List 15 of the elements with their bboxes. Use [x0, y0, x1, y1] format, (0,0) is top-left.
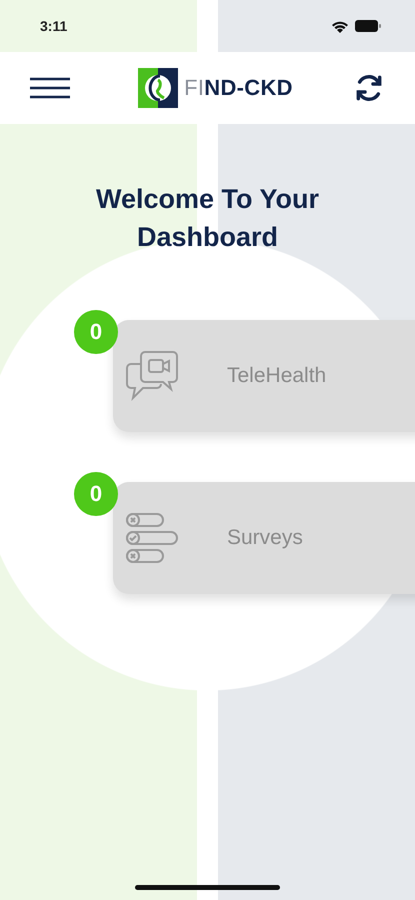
- app-name: FIND-CKD: [184, 75, 293, 101]
- checklist-icon: [125, 512, 179, 564]
- telehealth-card[interactable]: TeleHealth: [113, 320, 415, 432]
- video-chat-icon: [125, 350, 179, 402]
- count-badge: 0: [74, 472, 118, 516]
- wifi-icon: [331, 20, 349, 32]
- logo-icon: [138, 68, 178, 108]
- surveys-card[interactable]: Surveys: [113, 482, 415, 594]
- battery-icon: [355, 20, 381, 32]
- card-label: Surveys: [227, 526, 303, 550]
- status-time: 3:11: [40, 18, 68, 34]
- menu-icon[interactable]: [30, 77, 70, 99]
- card-label: TeleHealth: [227, 364, 326, 388]
- dashboard-title: Welcome To Your Dashboard: [94, 183, 320, 254]
- count-badge: 0: [74, 310, 118, 354]
